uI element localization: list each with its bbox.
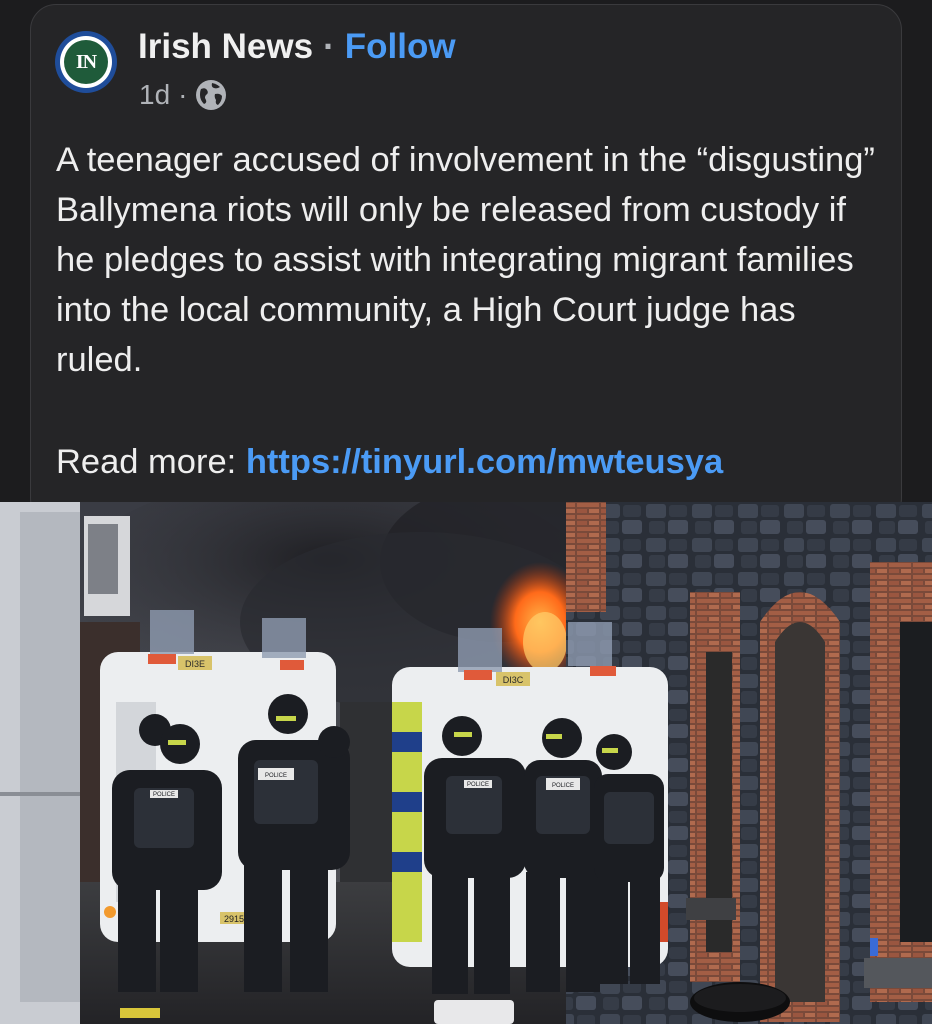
article-link[interactable]: https://tinyurl.com/mwteusya [246, 443, 723, 481]
follow-button[interactable]: Follow [345, 27, 456, 67]
post-timestamp[interactable]: 1d [139, 79, 170, 111]
left-van-reg: 2915 [224, 914, 244, 924]
avatar-ring: IN [60, 36, 112, 88]
right-van-plate: DI3C [503, 675, 524, 685]
post-header: Irish News · Follow [138, 27, 456, 67]
header-separator: · [323, 27, 335, 66]
screen: IN Irish News · Follow 1d · A teenager a… [0, 0, 932, 1024]
post-photo[interactable]: DI3E 2915 DI3C POLICE POLICE POLICE POLI… [0, 502, 932, 1024]
read-more-label: Read more: [56, 443, 246, 481]
meta-separator: · [178, 79, 188, 110]
vest-label-4: POLICE [552, 783, 574, 789]
globe-icon [195, 79, 227, 111]
vest-label-2: POLICE [265, 773, 287, 779]
post-body: A teenager accused of involvement in the… [56, 141, 875, 379]
avatar[interactable]: IN [55, 31, 117, 93]
read-more-line: Read more: https://tinyurl.com/mwteusya [56, 437, 723, 487]
page-name[interactable]: Irish News [138, 27, 313, 67]
post-card: IN Irish News · Follow 1d · A teenager a… [30, 4, 902, 524]
avatar-logo: IN [64, 40, 108, 84]
left-van-plate: DI3E [185, 659, 205, 669]
vest-label-1: POLICE [153, 792, 175, 798]
post-meta: 1d · [139, 79, 227, 111]
vest-label-3: POLICE [467, 782, 489, 788]
